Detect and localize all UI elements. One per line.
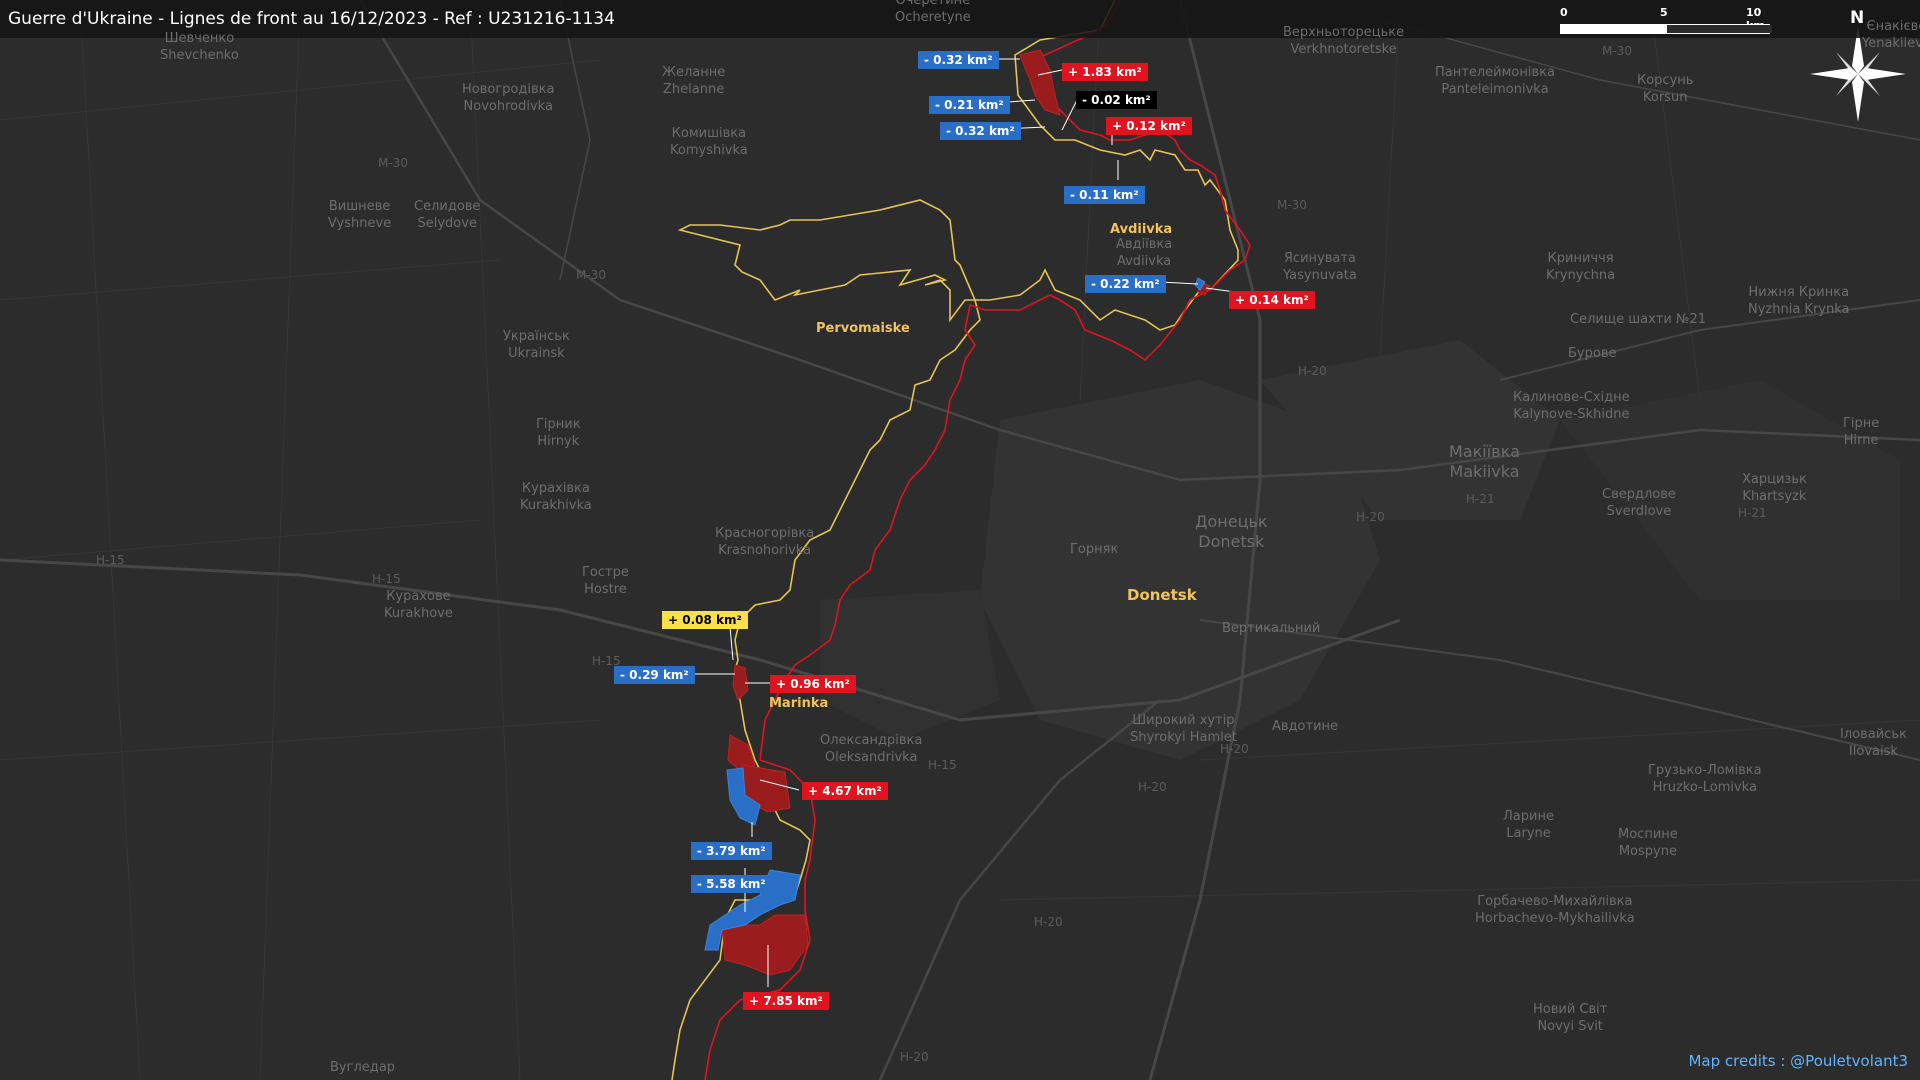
- place-label: Верхньоторецьке Verkhnotoretske: [1283, 25, 1405, 57]
- town-label-pervomaiske: Pervomaiske: [816, 321, 910, 336]
- area-badge[interactable]: - 0.22 km²: [1085, 275, 1166, 293]
- place-label: Горбачево-Михайлівка Horbachevo-Mykhailiv…: [1475, 894, 1635, 926]
- road-label: H-20: [900, 1050, 929, 1064]
- place-label: Свердлове Sverdlove: [1602, 487, 1676, 519]
- place-label: Іловайськ Ilovaisk: [1840, 727, 1907, 759]
- place-label: Курахівка Kurakhivka: [520, 481, 592, 513]
- map-title: Guerre d'Ukraine - Lignes de front au 16…: [8, 9, 615, 29]
- area-badge[interactable]: + 4.67 km²: [802, 782, 888, 800]
- town-label-avdiivka: Avdiivka: [1110, 222, 1173, 237]
- road-label: M-30: [576, 268, 606, 282]
- scale-tick-0: 0: [1560, 6, 1568, 19]
- road-label: H-20: [1356, 510, 1385, 524]
- place-label: Селище шахти №21: [1570, 312, 1706, 327]
- scale-bar-graphic: [1560, 24, 1772, 34]
- road-label: H-15: [592, 654, 621, 668]
- place-label: Курахове Kurakhove: [384, 589, 453, 621]
- road-label: H-21: [1738, 506, 1767, 520]
- place-label: Гостре Hostre: [582, 565, 629, 597]
- area-badge[interactable]: - 0.29 km²: [614, 666, 695, 684]
- place-label: Калинове-Східне Kalynove-Skhidne: [1513, 390, 1630, 422]
- place-label: ЄнакієвеYenakiieve: [1862, 19, 1920, 51]
- area-badge[interactable]: - 5.58 km²: [691, 875, 772, 893]
- road-label: H-20: [1138, 780, 1167, 794]
- area-badge[interactable]: - 0.11 km²: [1064, 186, 1145, 204]
- place-label: Авдотине: [1272, 719, 1339, 734]
- place-label: Харцизьк Khartsyzk: [1742, 472, 1807, 504]
- place-label: Шевченко Shevchenko: [160, 31, 239, 63]
- road-label: M-30: [378, 156, 408, 170]
- road-label: H-15: [372, 572, 401, 586]
- place-label: Гірне Hirne: [1843, 416, 1880, 448]
- place-label: Широкий хутір Shyrokyi Hamlet: [1130, 713, 1237, 745]
- road-label: H-21: [1466, 492, 1495, 506]
- place-label: Комишівка Komyshivka: [670, 126, 748, 158]
- place-label: Вертикальний: [1222, 621, 1321, 636]
- town-label-marinka: Marinka: [769, 696, 829, 711]
- place-label: Нижня Кринка Nyzhnia Krynka: [1748, 285, 1850, 317]
- place-label: Бурове: [1568, 346, 1617, 361]
- place-label: Авдіївка Avdiivka: [1116, 237, 1173, 269]
- place-label: Вугледар: [330, 1060, 395, 1075]
- area-badge[interactable]: + 0.08 km²: [662, 611, 748, 629]
- road-label: H-15: [928, 758, 957, 772]
- place-label: Корсунь Korsun: [1637, 73, 1694, 105]
- road-label: H-20: [1298, 364, 1327, 378]
- place-label: Донецьк Donetsk: [1195, 512, 1268, 551]
- area-badge[interactable]: - 0.02 km²: [1076, 91, 1157, 109]
- place-label: Ларине Laryne: [1503, 809, 1554, 841]
- place-label: Очеретине Ocheretyne: [895, 0, 971, 25]
- road-label: M-30: [1602, 44, 1632, 58]
- place-label: Олександрівка Oleksandrivka: [820, 733, 923, 765]
- road-label: M-30: [1277, 198, 1307, 212]
- area-badge[interactable]: - 3.79 km²: [691, 842, 772, 860]
- place-label: Гірник Hirnyk: [536, 417, 581, 449]
- place-label: Горняк: [1070, 542, 1119, 557]
- area-badge[interactable]: - 0.32 km²: [918, 51, 999, 69]
- place-label: Вишневе Vyshneve: [328, 199, 392, 231]
- area-badge[interactable]: + 1.83 km²: [1062, 63, 1148, 81]
- place-label: Селидове Selydove: [414, 199, 481, 231]
- place-label: Макіївка Makiivka: [1449, 442, 1521, 481]
- map-credits[interactable]: Map credits : @Pouletvolant3: [1688, 1052, 1908, 1070]
- road-label: H-15: [96, 553, 125, 567]
- scale-tick-5: 5: [1660, 6, 1668, 19]
- place-label: Красногорівка Krasnohorivka: [715, 526, 815, 558]
- place-label: Ясинувата Yasynuvata: [1283, 251, 1357, 283]
- road-label: H-20: [1220, 742, 1249, 756]
- place-label: Новогродівка Novohrodivka: [462, 82, 555, 114]
- place-label: Криниччя Krynychna: [1546, 251, 1616, 283]
- area-badge[interactable]: + 7.85 km²: [743, 992, 829, 1010]
- scale-bar: 0 5 10 km: [1560, 6, 1772, 36]
- place-label: Желанне Zhelanne: [662, 65, 726, 97]
- area-badge[interactable]: - 0.21 km²: [929, 96, 1010, 114]
- area-badge[interactable]: + 0.96 km²: [770, 675, 856, 693]
- area-badge[interactable]: - 0.32 km²: [940, 122, 1021, 140]
- place-label: Пантелеймонівка Panteleimonivka: [1435, 65, 1555, 97]
- city-label-donetsk: Donetsk: [1127, 586, 1197, 604]
- place-label: Моспине Mospyne: [1618, 827, 1678, 859]
- place-label: Українськ Ukrainsk: [503, 329, 570, 361]
- road-label: H-20: [1034, 915, 1063, 929]
- place-label: Грузько-Ломівка Hruzko-Lomivka: [1648, 763, 1762, 795]
- area-badge[interactable]: + 0.12 km²: [1106, 117, 1192, 135]
- area-badge[interactable]: + 0.14 km²: [1229, 291, 1315, 309]
- place-label: Новий Світ Novyi Svit: [1533, 1002, 1608, 1034]
